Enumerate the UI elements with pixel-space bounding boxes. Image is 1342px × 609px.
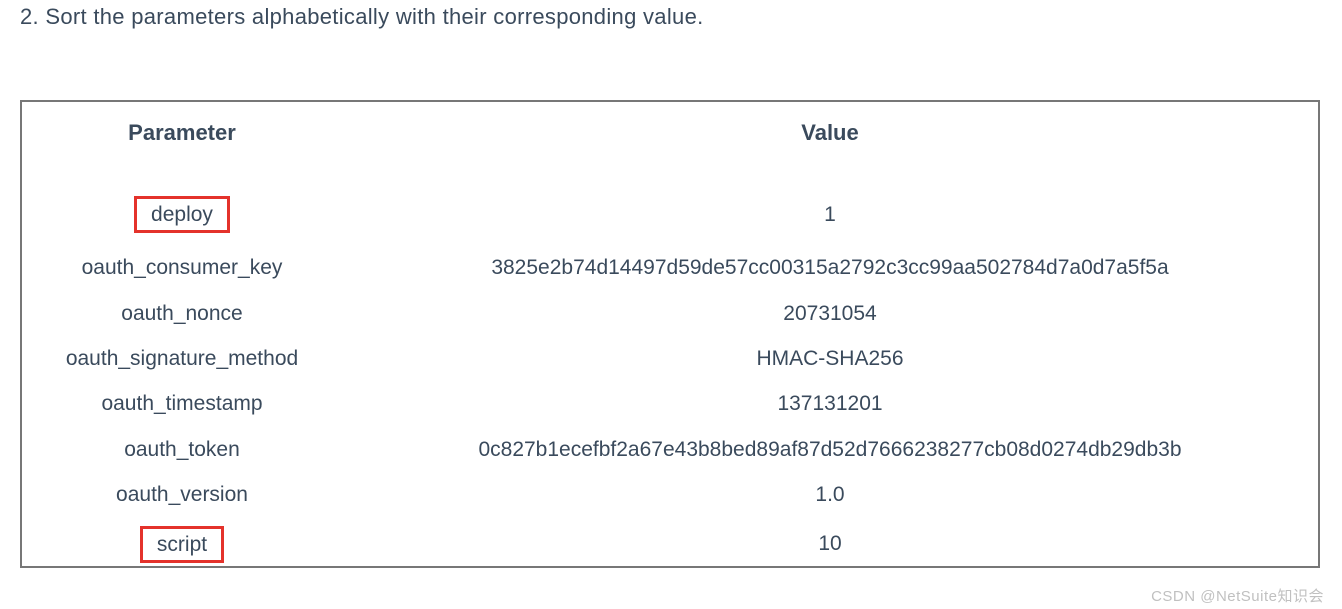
cell-parameter: oauth_consumer_key: [22, 245, 342, 290]
cell-value: 0c827b1ecefbf2a67e43b8bed89af87d52d76662…: [342, 427, 1318, 472]
cell-value: 137131201: [342, 381, 1318, 426]
instruction-line: 2. Sort the parameters alphabetically wi…: [20, 4, 1322, 30]
table-row: oauth_version1.0: [22, 472, 1318, 517]
table-row: script 10: [22, 518, 1318, 566]
cell-parameter: script: [22, 518, 342, 566]
highlight-box: script: [140, 526, 224, 563]
table-row: oauth_nonce20731054: [22, 291, 1318, 336]
cell-value: 1.0: [342, 472, 1318, 517]
table-header-row: Parameter Value: [22, 102, 1318, 178]
cell-parameter: oauth_nonce: [22, 291, 342, 336]
highlight-box: deploy: [134, 196, 230, 233]
table-row: oauth_timestamp137131201: [22, 381, 1318, 426]
document-container: 2. Sort the parameters alphabetically wi…: [0, 0, 1342, 588]
table-row: deploy 1: [22, 178, 1318, 245]
cell-value: HMAC-SHA256: [342, 336, 1318, 381]
table-row: oauth_signature_methodHMAC-SHA256: [22, 336, 1318, 381]
parameter-table-wrapper: Parameter Value deploy 1oauth_consumer_ke…: [20, 100, 1320, 568]
header-parameter: Parameter: [22, 102, 342, 178]
cell-value: 20731054: [342, 291, 1318, 336]
cell-parameter: oauth_timestamp: [22, 381, 342, 426]
cell-parameter: oauth_token: [22, 427, 342, 472]
watermark: CSDN @NetSuite知识会: [1151, 585, 1324, 606]
table-row: oauth_consumer_key3825e2b74d14497d59de57…: [22, 245, 1318, 290]
instruction-text: Sort the parameters alphabetically with …: [45, 4, 703, 29]
header-value: Value: [342, 102, 1318, 178]
cell-value: 3825e2b74d14497d59de57cc00315a2792c3cc99…: [342, 245, 1318, 290]
cell-value: 10: [342, 518, 1318, 566]
instruction-number: 2.: [20, 4, 39, 29]
table-row: oauth_token0c827b1ecefbf2a67e43b8bed89af…: [22, 427, 1318, 472]
table-body: deploy 1oauth_consumer_key3825e2b74d14497…: [22, 178, 1318, 566]
cell-parameter: oauth_version: [22, 472, 342, 517]
cell-parameter: oauth_signature_method: [22, 336, 342, 381]
parameter-table: Parameter Value deploy 1oauth_consumer_ke…: [22, 102, 1318, 566]
cell-value: 1: [342, 178, 1318, 245]
cell-parameter: deploy: [22, 178, 342, 245]
